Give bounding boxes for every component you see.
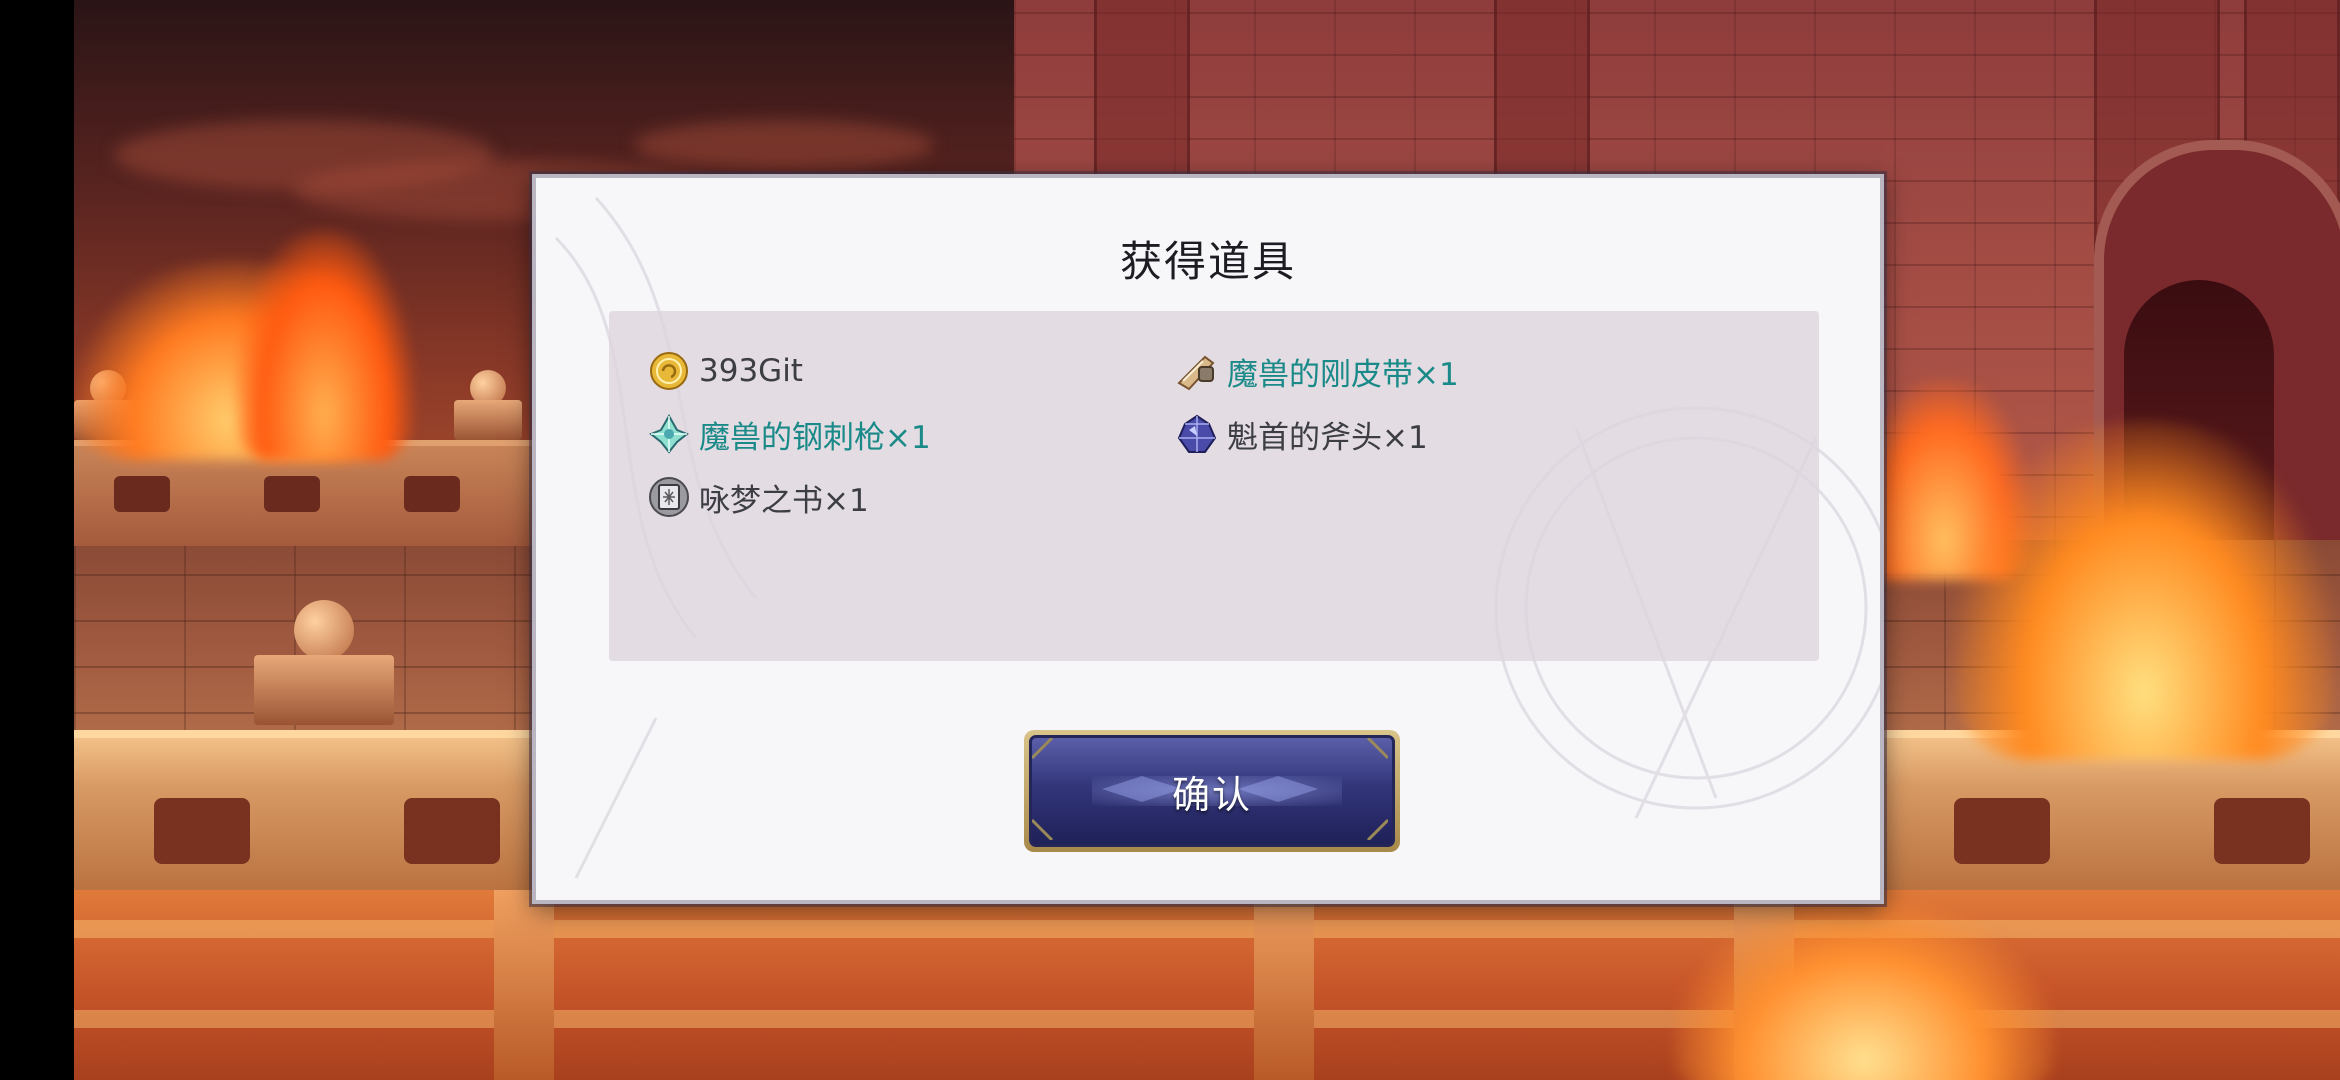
reward-item[interactable]: 393Git: [647, 347, 803, 395]
balustrade-slot: [2214, 798, 2310, 864]
cloud: [634, 120, 934, 170]
balustrade-slot: [1954, 798, 2050, 864]
wall-post: [494, 890, 554, 1080]
reward-item-label: 魔兽的刚皮带×1: [1227, 356, 1459, 393]
reward-item-label: 魁首的斧头×1: [1227, 419, 1428, 456]
balustrade-slot: [154, 798, 250, 864]
wall-post: [1254, 890, 1314, 1080]
reward-item[interactable]: 魔兽的刚皮带×1: [1175, 347, 1459, 395]
item-reward-dialog: 获得道具 393Git 魔兽的刚皮带×1 魔兽的钢刺枪×1 魁首的斧头×1 咏梦…: [532, 174, 1884, 904]
reward-item-label: 魔兽的钢刺枪×1: [699, 419, 931, 456]
reward-item-label: 393Git: [699, 353, 803, 389]
dialog-title: 获得道具: [1119, 237, 1296, 286]
leather-belt-icon: [1175, 349, 1219, 393]
reward-item-label: 咏梦之书×1: [699, 482, 869, 519]
letterbox-bar: [0, 0, 74, 1080]
balustrade-slot: [404, 798, 500, 864]
reward-item[interactable]: 咏梦之书×1: [647, 473, 869, 521]
reward-item-list: 393Git 魔兽的刚皮带×1 魔兽的钢刺枪×1 魁首的斧头×1 咏梦之书×1: [609, 311, 1819, 661]
confirm-button-face: 确认: [1029, 735, 1395, 847]
confirm-button[interactable]: 确认: [1024, 730, 1400, 852]
blue-crystal-icon: [1175, 412, 1219, 456]
fire: [1954, 420, 2334, 760]
fire: [234, 230, 414, 460]
green-crystal-icon: [647, 412, 691, 456]
reward-item[interactable]: 魁首的斧头×1: [1175, 410, 1428, 458]
game-screen: 获得道具 393Git 魔兽的刚皮带×1 魔兽的钢刺枪×1 魁首的斧头×1 咏梦…: [0, 0, 2340, 1080]
balustrade-slot: [404, 476, 460, 512]
balustrade-slot: [264, 476, 320, 512]
balustrade-slot: [114, 476, 170, 512]
book-icon: [647, 475, 691, 519]
confirm-button-label: 确认: [1171, 772, 1252, 817]
reward-item[interactable]: 魔兽的钢刺枪×1: [647, 410, 931, 458]
gold-coin-icon: [647, 349, 691, 393]
